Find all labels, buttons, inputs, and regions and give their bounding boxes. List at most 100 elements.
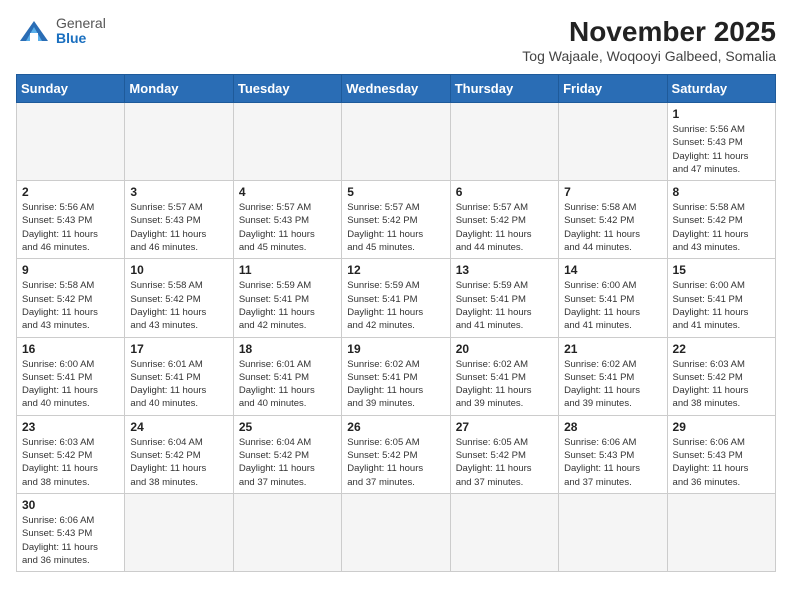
day-number: 27 xyxy=(456,420,553,434)
logo-text: General Blue xyxy=(56,16,106,47)
calendar-cell: 14Sunrise: 6:00 AM Sunset: 5:41 PM Dayli… xyxy=(559,259,667,337)
day-number: 11 xyxy=(239,263,336,277)
calendar-cell xyxy=(233,493,341,571)
day-number: 24 xyxy=(130,420,227,434)
calendar-cell: 11 Sunrise: 5:59 AM Sunset: 5:41 PM Dayli… xyxy=(233,259,341,337)
calendar-cell: 30Sunrise: 6:06 AM Sunset: 5:43 PM Dayli… xyxy=(17,493,125,571)
day-info: Sunrise: 5:56 AM Sunset: 5:43 PM Dayligh… xyxy=(22,201,119,254)
day-info: Sunrise: 6:05 AM Sunset: 5:42 PM Dayligh… xyxy=(347,436,444,489)
day-info: Sunrise: 5:58 AM Sunset: 5:42 PM Dayligh… xyxy=(673,201,770,254)
calendar-cell: 8Sunrise: 5:58 AM Sunset: 5:42 PM Daylig… xyxy=(667,181,775,259)
weekday-header-saturday: Saturday xyxy=(667,75,775,103)
day-info: Sunrise: 5:56 AM Sunset: 5:43 PM Dayligh… xyxy=(673,123,770,176)
calendar-cell xyxy=(342,493,450,571)
day-info: Sunrise: 5:59 AM Sunset: 5:41 PM Dayligh… xyxy=(347,279,444,332)
location: Tog Wajaale, Woqooyi Galbeed, Somalia xyxy=(522,48,776,64)
calendar-cell: 2 Sunrise: 5:56 AM Sunset: 5:43 PM Daylig… xyxy=(17,181,125,259)
weekday-header-friday: Friday xyxy=(559,75,667,103)
logo-icon xyxy=(16,17,52,45)
day-info: Sunrise: 6:03 AM Sunset: 5:42 PM Dayligh… xyxy=(22,436,119,489)
day-info: Sunrise: 5:59 AM Sunset: 5:41 PM Dayligh… xyxy=(456,279,553,332)
day-info: Sunrise: 5:58 AM Sunset: 5:42 PM Dayligh… xyxy=(564,201,661,254)
day-info: Sunrise: 6:00 AM Sunset: 5:41 PM Dayligh… xyxy=(673,279,770,332)
day-number: 21 xyxy=(564,342,661,356)
day-info: Sunrise: 6:02 AM Sunset: 5:41 PM Dayligh… xyxy=(564,358,661,411)
month-title: November 2025 xyxy=(522,16,776,48)
day-number: 1 xyxy=(673,107,770,121)
calendar: SundayMondayTuesdayWednesdayThursdayFrid… xyxy=(16,74,776,572)
weekday-header-row: SundayMondayTuesdayWednesdayThursdayFrid… xyxy=(17,75,776,103)
calendar-cell: 1 Sunrise: 5:56 AM Sunset: 5:43 PM Daylig… xyxy=(667,103,775,181)
day-number: 9 xyxy=(22,263,119,277)
week-row-6: 30Sunrise: 6:06 AM Sunset: 5:43 PM Dayli… xyxy=(17,493,776,571)
calendar-cell xyxy=(125,103,233,181)
day-info: Sunrise: 5:57 AM Sunset: 5:43 PM Dayligh… xyxy=(239,201,336,254)
calendar-cell: 23Sunrise: 6:03 AM Sunset: 5:42 PM Dayli… xyxy=(17,415,125,493)
day-info: Sunrise: 6:05 AM Sunset: 5:42 PM Dayligh… xyxy=(456,436,553,489)
calendar-cell xyxy=(667,493,775,571)
calendar-cell: 22Sunrise: 6:03 AM Sunset: 5:42 PM Dayli… xyxy=(667,337,775,415)
week-row-1: 1 Sunrise: 5:56 AM Sunset: 5:43 PM Daylig… xyxy=(17,103,776,181)
day-info: Sunrise: 5:58 AM Sunset: 5:42 PM Dayligh… xyxy=(130,279,227,332)
calendar-cell: 3 Sunrise: 5:57 AM Sunset: 5:43 PM Daylig… xyxy=(125,181,233,259)
calendar-cell xyxy=(342,103,450,181)
day-number: 18 xyxy=(239,342,336,356)
calendar-cell xyxy=(233,103,341,181)
day-number: 5 xyxy=(347,185,444,199)
day-info: Sunrise: 6:06 AM Sunset: 5:43 PM Dayligh… xyxy=(22,514,119,567)
logo: General Blue xyxy=(16,16,106,47)
page-header: General Blue November 2025 Tog Wajaale, … xyxy=(16,16,776,64)
day-number: 19 xyxy=(347,342,444,356)
day-number: 16 xyxy=(22,342,119,356)
day-number: 2 xyxy=(22,185,119,199)
day-info: Sunrise: 5:57 AM Sunset: 5:43 PM Dayligh… xyxy=(130,201,227,254)
calendar-cell: 13 Sunrise: 5:59 AM Sunset: 5:41 PM Dayli… xyxy=(450,259,558,337)
weekday-header-wednesday: Wednesday xyxy=(342,75,450,103)
calendar-cell: 20Sunrise: 6:02 AM Sunset: 5:41 PM Dayli… xyxy=(450,337,558,415)
calendar-cell: 29Sunrise: 6:06 AM Sunset: 5:43 PM Dayli… xyxy=(667,415,775,493)
day-info: Sunrise: 6:06 AM Sunset: 5:43 PM Dayligh… xyxy=(564,436,661,489)
calendar-cell: 21 Sunrise: 6:02 AM Sunset: 5:41 PM Dayli… xyxy=(559,337,667,415)
calendar-cell: 4 Sunrise: 5:57 AM Sunset: 5:43 PM Daylig… xyxy=(233,181,341,259)
calendar-cell xyxy=(559,493,667,571)
calendar-cell: 25Sunrise: 6:04 AM Sunset: 5:42 PM Dayli… xyxy=(233,415,341,493)
day-info: Sunrise: 6:04 AM Sunset: 5:42 PM Dayligh… xyxy=(130,436,227,489)
title-block: November 2025 Tog Wajaale, Woqooyi Galbe… xyxy=(522,16,776,64)
calendar-cell: 24 Sunrise: 6:04 AM Sunset: 5:42 PM Dayli… xyxy=(125,415,233,493)
logo-blue: Blue xyxy=(56,30,86,46)
day-number: 3 xyxy=(130,185,227,199)
weekday-header-thursday: Thursday xyxy=(450,75,558,103)
day-number: 12 xyxy=(347,263,444,277)
week-row-5: 23Sunrise: 6:03 AM Sunset: 5:42 PM Dayli… xyxy=(17,415,776,493)
day-info: Sunrise: 6:03 AM Sunset: 5:42 PM Dayligh… xyxy=(673,358,770,411)
day-info: Sunrise: 6:01 AM Sunset: 5:41 PM Dayligh… xyxy=(239,358,336,411)
weekday-header-tuesday: Tuesday xyxy=(233,75,341,103)
day-info: Sunrise: 6:06 AM Sunset: 5:43 PM Dayligh… xyxy=(673,436,770,489)
day-number: 26 xyxy=(347,420,444,434)
day-number: 28 xyxy=(564,420,661,434)
day-info: Sunrise: 6:01 AM Sunset: 5:41 PM Dayligh… xyxy=(130,358,227,411)
day-number: 15 xyxy=(673,263,770,277)
calendar-cell: 26 Sunrise: 6:05 AM Sunset: 5:42 PM Dayli… xyxy=(342,415,450,493)
calendar-cell: 19Sunrise: 6:02 AM Sunset: 5:41 PM Dayli… xyxy=(342,337,450,415)
calendar-cell: 6Sunrise: 5:57 AM Sunset: 5:42 PM Daylig… xyxy=(450,181,558,259)
week-row-3: 9 Sunrise: 5:58 AM Sunset: 5:42 PM Daylig… xyxy=(17,259,776,337)
day-number: 13 xyxy=(456,263,553,277)
logo-general: General xyxy=(56,15,106,31)
calendar-cell xyxy=(559,103,667,181)
day-number: 10 xyxy=(130,263,227,277)
day-info: Sunrise: 5:58 AM Sunset: 5:42 PM Dayligh… xyxy=(22,279,119,332)
day-info: Sunrise: 6:00 AM Sunset: 5:41 PM Dayligh… xyxy=(22,358,119,411)
calendar-cell: 7 Sunrise: 5:58 AM Sunset: 5:42 PM Daylig… xyxy=(559,181,667,259)
calendar-cell: 17Sunrise: 6:01 AM Sunset: 5:41 PM Dayli… xyxy=(125,337,233,415)
day-info: Sunrise: 5:59 AM Sunset: 5:41 PM Dayligh… xyxy=(239,279,336,332)
week-row-2: 2 Sunrise: 5:56 AM Sunset: 5:43 PM Daylig… xyxy=(17,181,776,259)
weekday-header-monday: Monday xyxy=(125,75,233,103)
calendar-cell: 18 Sunrise: 6:01 AM Sunset: 5:41 PM Dayli… xyxy=(233,337,341,415)
day-number: 4 xyxy=(239,185,336,199)
week-row-4: 16 Sunrise: 6:00 AM Sunset: 5:41 PM Dayli… xyxy=(17,337,776,415)
calendar-cell: 12 Sunrise: 5:59 AM Sunset: 5:41 PM Dayli… xyxy=(342,259,450,337)
calendar-cell xyxy=(125,493,233,571)
day-number: 7 xyxy=(564,185,661,199)
calendar-cell: 10 Sunrise: 5:58 AM Sunset: 5:42 PM Dayli… xyxy=(125,259,233,337)
